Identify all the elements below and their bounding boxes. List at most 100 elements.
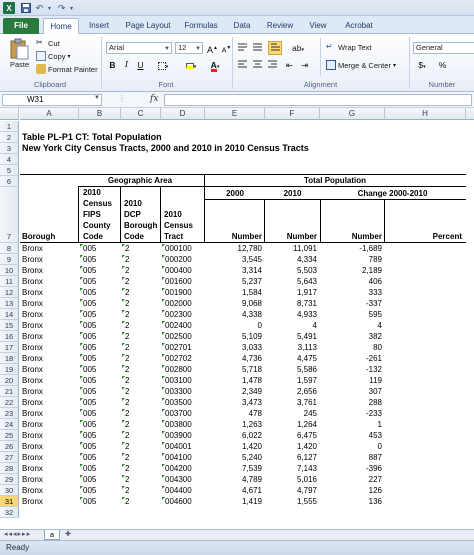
decrease-indent-icon[interactable]: ⇤ [283,59,296,71]
county-code-cell[interactable]: 005 [82,474,118,485]
row-header-17[interactable]: 17 [0,342,19,353]
borough-code-cell[interactable]: 2 [124,430,158,441]
format-painter-button[interactable]: Format Painter [36,64,98,74]
row-header-19[interactable]: 19 [0,364,19,375]
change-number-cell[interactable]: 4 [320,320,383,331]
borough-cell[interactable]: Bronx [21,375,77,386]
borough-code-cell[interactable]: 2 [124,485,158,496]
borough-code-cell[interactable]: 2 [124,364,158,375]
font-name-select[interactable]: Arial ▼ [106,42,172,54]
change-number-cell[interactable]: 0 [320,441,383,452]
borough-cell[interactable]: Bronx [21,441,77,452]
merge-center-button[interactable]: Merge & Center ▾ [326,60,396,70]
pop-2000-cell[interactable]: 1,478 [205,375,263,386]
row-header-32[interactable]: 32 [0,507,19,518]
pop-2000-cell[interactable]: 5,237 [205,276,263,287]
pop-2000-cell[interactable]: 7,539 [205,463,263,474]
align-middle-icon[interactable] [251,42,264,54]
grow-font-icon[interactable]: A▲ [206,42,219,55]
copy-button[interactable]: Copy ▾ [36,51,71,61]
borough-cell[interactable]: Bronx [21,408,77,419]
pop-2010-cell[interactable]: 3,761 [265,397,318,408]
row-header-1[interactable]: 1 [0,121,19,132]
row-header-6[interactable]: 6 [0,176,19,187]
pop-2010-cell[interactable]: 5,586 [265,364,318,375]
change-number-cell[interactable]: -337 [320,298,383,309]
row-header-25[interactable]: 25 [0,430,19,441]
county-code-cell[interactable]: 005 [82,463,118,474]
change-number-cell[interactable]: -396 [320,463,383,474]
pop-2010-cell[interactable]: 5,491 [265,331,318,342]
borough-code-cell[interactable]: 2 [124,353,158,364]
row-header-2[interactable]: 2 [0,132,19,143]
pop-2010-cell[interactable]: 6,475 [265,430,318,441]
county-code-cell[interactable]: 005 [82,496,118,507]
pop-2000-cell[interactable]: 4,789 [205,474,263,485]
pop-2000-cell[interactable]: 3,545 [205,254,263,265]
pop-2000-cell[interactable]: 3,473 [205,397,263,408]
tract-cell[interactable]: 002400 [164,320,202,331]
change-number-cell[interactable]: 333 [320,287,383,298]
bold-button[interactable]: B [106,59,119,71]
borough-cell[interactable]: Bronx [21,320,77,331]
borough-cell[interactable]: Bronx [21,452,77,463]
tab-home[interactable]: Home [43,18,79,34]
sheet-tab-a[interactable]: a [44,530,60,540]
change-number-cell[interactable]: 789 [320,254,383,265]
align-left-icon[interactable] [236,59,249,71]
borough-code-cell[interactable]: 2 [124,452,158,463]
tract-cell[interactable]: 004400 [164,485,202,496]
borough-code-cell[interactable]: 2 [124,276,158,287]
tract-cell[interactable]: 004300 [164,474,202,485]
font-size-select[interactable]: 12 ▼ [175,42,203,54]
row-header-14[interactable]: 14 [0,309,19,320]
column-header-a[interactable]: A [20,108,79,120]
borough-code-cell[interactable]: 2 [124,298,158,309]
tab-file[interactable]: File [3,18,39,34]
county-code-cell[interactable]: 005 [82,342,118,353]
row-header-27[interactable]: 27 [0,452,19,463]
redo-icon[interactable]: ↷ [56,2,67,14]
borough-code-cell[interactable]: 2 [124,397,158,408]
row-header-8[interactable]: 8 [0,243,19,254]
tract-cell[interactable]: 003300 [164,386,202,397]
tract-cell[interactable]: 001600 [164,276,202,287]
change-number-cell[interactable]: 2,189 [320,265,383,276]
borough-cell[interactable]: Bronx [21,331,77,342]
number-format-select[interactable]: General [413,42,474,54]
formula-input[interactable] [164,94,472,106]
row-header-3[interactable]: 3 [0,143,19,154]
county-code-cell[interactable]: 005 [82,419,118,430]
cut-button[interactable]: ✂ Cut [36,38,60,48]
row-header-29[interactable]: 29 [0,474,19,485]
tract-cell[interactable]: 003700 [164,408,202,419]
county-code-cell[interactable]: 005 [82,441,118,452]
pop-2010-cell[interactable]: 5,503 [265,265,318,276]
pop-2000-cell[interactable]: 1,419 [205,496,263,507]
change-number-cell[interactable]: 136 [320,496,383,507]
sheet-nav-icon[interactable]: ◂◂◂▸▸▸ [4,530,31,538]
tab-data[interactable]: Data [228,18,256,34]
row-header-24[interactable]: 24 [0,419,19,430]
row-header-21[interactable]: 21 [0,386,19,397]
borough-cell[interactable]: Bronx [21,463,77,474]
county-code-cell[interactable]: 005 [82,485,118,496]
align-center-icon[interactable] [251,59,264,71]
borough-cell[interactable]: Bronx [21,287,77,298]
borough-cell[interactable]: Bronx [21,386,77,397]
pop-2010-cell[interactable]: 5,016 [265,474,318,485]
county-code-cell[interactable]: 005 [82,254,118,265]
tract-cell[interactable]: 003500 [164,397,202,408]
paste-button[interactable]: Paste [10,60,29,69]
customize-quick-access-icon[interactable]: ▾ [68,2,75,14]
orientation-icon[interactable]: ab▾ [288,42,308,54]
pop-2010-cell[interactable]: 1,597 [265,375,318,386]
pop-2000-cell[interactable]: 3,314 [205,265,263,276]
pop-2000-cell[interactable]: 4,736 [205,353,263,364]
pop-2010-cell[interactable]: 4,334 [265,254,318,265]
tract-cell[interactable]: 004100 [164,452,202,463]
change-number-cell[interactable]: 227 [320,474,383,485]
worksheet-grid[interactable]: ABCDEFGH 1 2 3 4 5 6 7 8 9 10 11 12 13 14 15 16 17 18 19 20… [0,108,474,529]
change-number-cell[interactable]: 406 [320,276,383,287]
tract-cell[interactable]: 002000 [164,298,202,309]
